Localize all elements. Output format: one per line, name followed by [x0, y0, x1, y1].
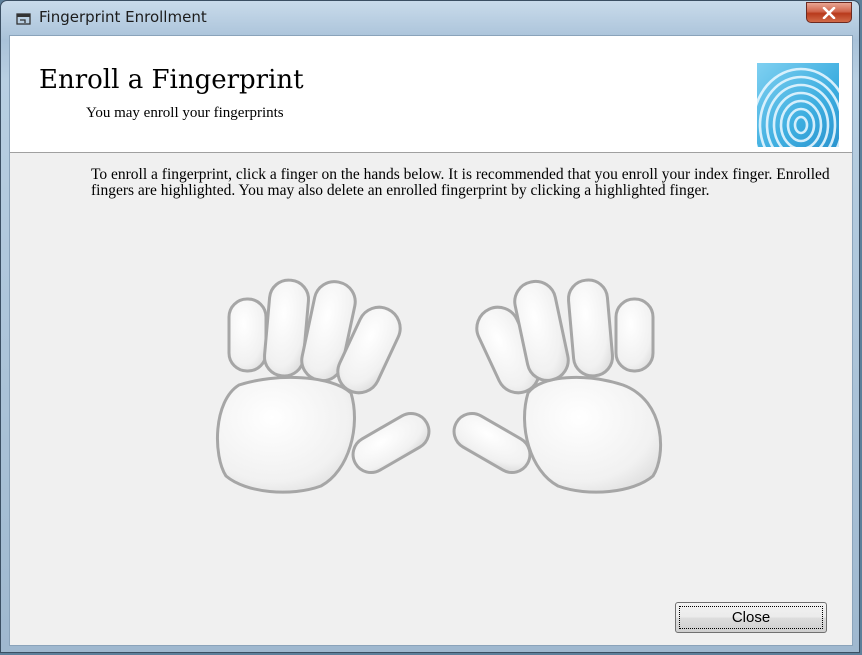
- enrollment-window: Fingerprint Enrollment Enroll a Fingerpr…: [0, 0, 860, 653]
- finger-left-thumb[interactable]: [346, 407, 435, 479]
- palm-left[interactable]: [216, 376, 356, 494]
- hands-diagram: [216, 278, 663, 494]
- palm-right[interactable]: [523, 376, 663, 494]
- finger-left-little[interactable]: [227, 297, 268, 373]
- finger-right-little[interactable]: [614, 297, 655, 373]
- finger-right-ring[interactable]: [566, 278, 615, 378]
